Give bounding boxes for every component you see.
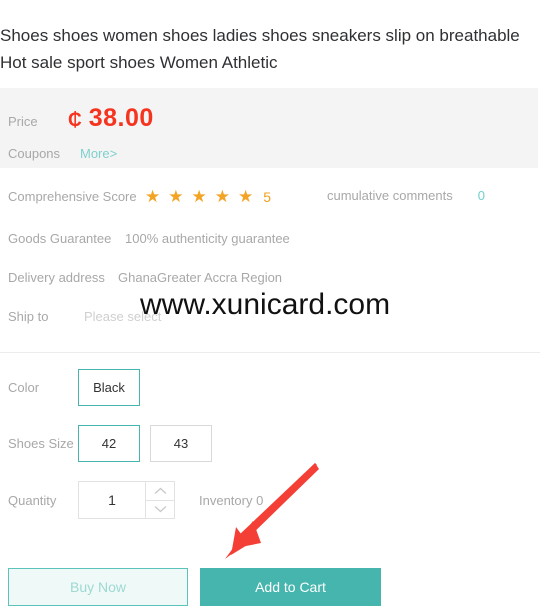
price-amount: 38.00 <box>88 104 154 132</box>
product-detail-page: Shoes shoes women shoes ladies shoes sne… <box>0 0 551 616</box>
price-panel: Price ₵ 38.00 Coupons More> <box>0 88 538 168</box>
size-option-42[interactable]: 42 <box>78 425 140 462</box>
color-option-row: Color Black <box>8 369 140 406</box>
cumulative-comments-label: cumulative comments <box>327 188 453 203</box>
quantity-row: Quantity Inventory 0 <box>8 481 263 519</box>
comprehensive-score-label: Comprehensive Score <box>8 189 137 204</box>
add-to-cart-button[interactable]: Add to Cart <box>200 568 381 606</box>
goods-guarantee-row: Goods Guarantee 100% authenticity guaran… <box>8 231 290 246</box>
delivery-address-label: Delivery address <box>8 270 105 285</box>
product-title-line-2: Hot sale sport shoes Women Athletic <box>0 53 278 72</box>
price-label: Price <box>8 114 38 129</box>
delivery-address-row: Delivery address GhanaGreater Accra Regi… <box>8 270 282 285</box>
star-icon: ★ <box>191 187 207 206</box>
delivery-address-value: GhanaGreater Accra Region <box>118 270 283 285</box>
section-divider <box>0 352 540 353</box>
coupons-label: Coupons <box>8 146 61 161</box>
quantity-label: Quantity <box>8 492 57 508</box>
product-title: Shoes shoes women shoes ladies shoes sne… <box>0 22 540 76</box>
star-rating: ★ ★ ★ ★ ★ <box>145 188 253 205</box>
chevron-up-icon[interactable] <box>146 482 174 500</box>
cumulative-comments-count: 0 <box>477 188 485 203</box>
currency-symbol: ₵ <box>68 110 82 131</box>
quantity-stepper[interactable] <box>78 481 175 519</box>
product-title-line-1: Shoes shoes women shoes ladies shoes sne… <box>0 26 520 45</box>
star-icon: ★ <box>238 187 254 206</box>
size-option-label: Shoes Size <box>8 436 74 451</box>
star-icon: ★ <box>214 187 230 206</box>
goods-guarantee-label: Goods Guarantee <box>8 231 112 246</box>
color-option-black[interactable]: Black <box>78 369 140 406</box>
star-icon: ★ <box>168 187 184 206</box>
price-row: Price ₵ 38.00 <box>8 104 154 133</box>
coupons-more-link[interactable]: More> <box>80 146 117 161</box>
coupons-row: Coupons More> <box>8 146 117 161</box>
color-option-label: Color <box>8 380 40 395</box>
inventory-text: Inventory 0 <box>199 492 264 508</box>
score-value: 5 <box>263 188 272 205</box>
chevron-down-icon[interactable] <box>146 499 174 519</box>
ship-to-row[interactable]: Ship to Please select <box>8 309 161 324</box>
buy-now-button[interactable]: Buy Now <box>8 568 188 606</box>
size-option-row: Shoes Size 42 43 <box>8 425 222 462</box>
quantity-buttons <box>145 482 174 518</box>
site-watermark: www.xunicard.com <box>140 288 391 321</box>
size-option-43[interactable]: 43 <box>150 425 212 462</box>
quantity-input[interactable] <box>79 482 145 518</box>
cumulative-comments-row: cumulative comments 0 <box>327 188 485 203</box>
star-icon: ★ <box>145 187 161 206</box>
comprehensive-score-row: Comprehensive Score ★ ★ ★ ★ ★ 5 <box>8 188 271 205</box>
ship-to-label: Ship to <box>8 309 49 324</box>
goods-guarantee-value: 100% authenticity guarantee <box>125 231 290 246</box>
